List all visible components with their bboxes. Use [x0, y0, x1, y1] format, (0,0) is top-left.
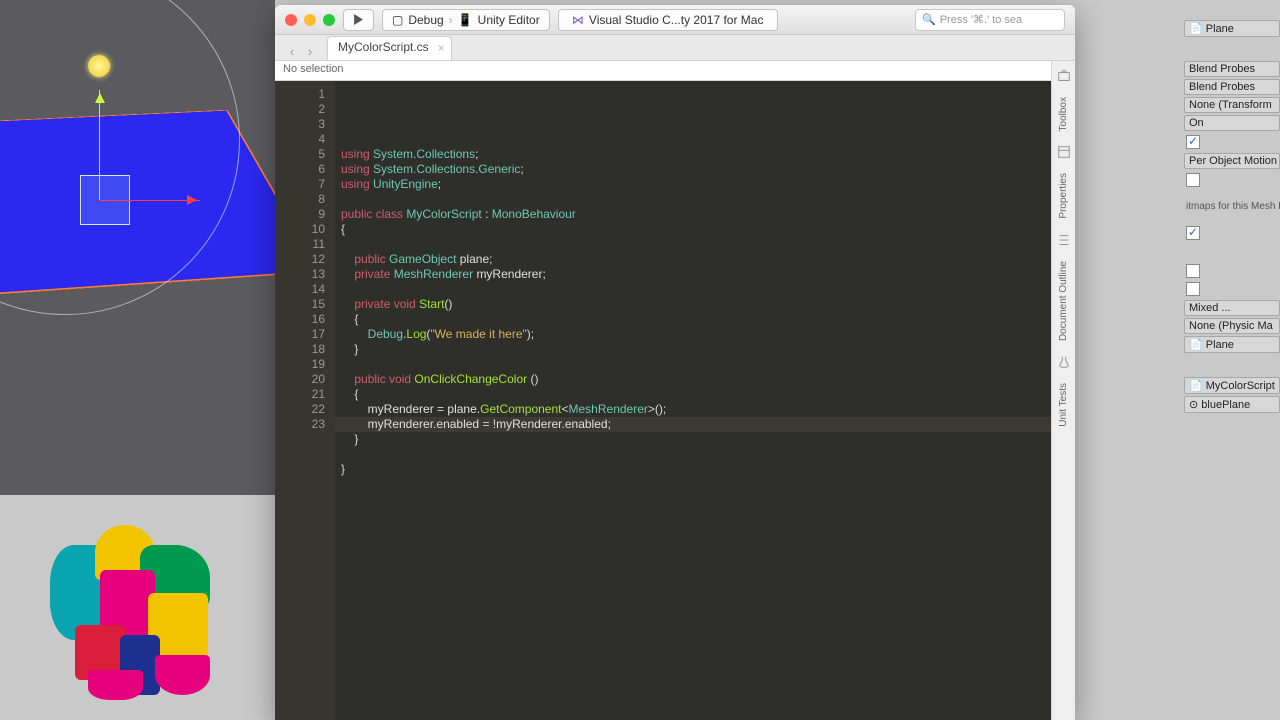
inspector-script[interactable]: 📄 MyColorScript [1184, 377, 1280, 394]
run-button[interactable] [343, 9, 374, 31]
minimize-icon[interactable] [304, 14, 316, 26]
unity-inspector[interactable]: 📄 Plane Blend Probes Blend Probes None (… [1180, 0, 1280, 720]
light-icon[interactable] [88, 55, 110, 77]
document-tabbar: ‹ › MyColorScript.cs × [275, 35, 1075, 61]
line-number-gutter: 1234567891011121314151617181920212223 [275, 81, 335, 720]
gizmo-y-axis[interactable] [99, 90, 100, 200]
breadcrumb[interactable]: No selection [275, 61, 1075, 81]
toolbox-panel-tab[interactable]: Toolbox [1058, 97, 1069, 131]
inspector-light-probes[interactable]: Blend Probes [1184, 61, 1280, 77]
app-title: ⋈Visual Studio C...ty 2017 for Mac [558, 9, 778, 31]
visual-studio-window: ▢Debug › 📱Unity Editor ⋈Visual Studio C.… [275, 5, 1075, 720]
inspector-mesh2[interactable]: 📄 Plane [1184, 336, 1280, 353]
inspector-warning: itmaps for this Mesh Renderer, please en… [1180, 199, 1280, 214]
tab-filename: MyColorScript.cs [338, 40, 429, 54]
inspector-mesh[interactable]: 📄 Plane [1184, 20, 1280, 37]
window-controls[interactable] [285, 14, 335, 26]
inspector-checkbox-c[interactable] [1186, 264, 1200, 278]
search-icon: 🔍 [922, 13, 936, 26]
inspector-anchor[interactable]: None (Transform [1184, 97, 1280, 113]
toolbox-icon[interactable] [1057, 69, 1071, 83]
inspector-checkbox-a[interactable] [1186, 173, 1200, 187]
nav-back-button[interactable]: ‹ [283, 42, 301, 60]
code-editor[interactable]: 1234567891011121314151617181920212223 us… [275, 81, 1075, 720]
unity-scene-view[interactable] [0, 0, 275, 495]
play-icon [353, 14, 364, 25]
close-icon[interactable] [285, 14, 297, 26]
inspector-motion[interactable]: Per Object Motion [1184, 153, 1280, 169]
tab-close-icon[interactable]: × [438, 41, 445, 55]
inspector-material[interactable]: None (Physic Ma [1184, 318, 1280, 334]
watermark-logo [40, 515, 230, 705]
gizmo-x-axis[interactable] [100, 200, 200, 201]
titlebar[interactable]: ▢Debug › 📱Unity Editor ⋈Visual Studio C.… [275, 5, 1075, 35]
inspector-plane-ref[interactable]: ⊙ bluePlane [1184, 396, 1280, 413]
inspector-checkbox-b[interactable] [1186, 226, 1200, 240]
run-config-selector[interactable]: ▢Debug › 📱Unity Editor [382, 9, 550, 31]
zoom-icon[interactable] [323, 14, 335, 26]
code-area[interactable]: using System.Collections;using System.Co… [335, 81, 1075, 720]
inspector-checkbox-receive[interactable] [1186, 135, 1200, 149]
nav-forward-button[interactable]: › [301, 42, 319, 60]
inspector-cast-shadows[interactable]: On [1184, 115, 1280, 131]
inspector-reflection-probes[interactable]: Blend Probes [1184, 79, 1280, 95]
search-input[interactable]: 🔍 Press '⌘.' to sea [915, 9, 1065, 31]
inspector-checkbox-d[interactable] [1186, 282, 1200, 296]
file-tab[interactable]: MyColorScript.cs × [327, 36, 452, 60]
inspector-layer-mixed[interactable]: Mixed ... [1184, 300, 1280, 316]
